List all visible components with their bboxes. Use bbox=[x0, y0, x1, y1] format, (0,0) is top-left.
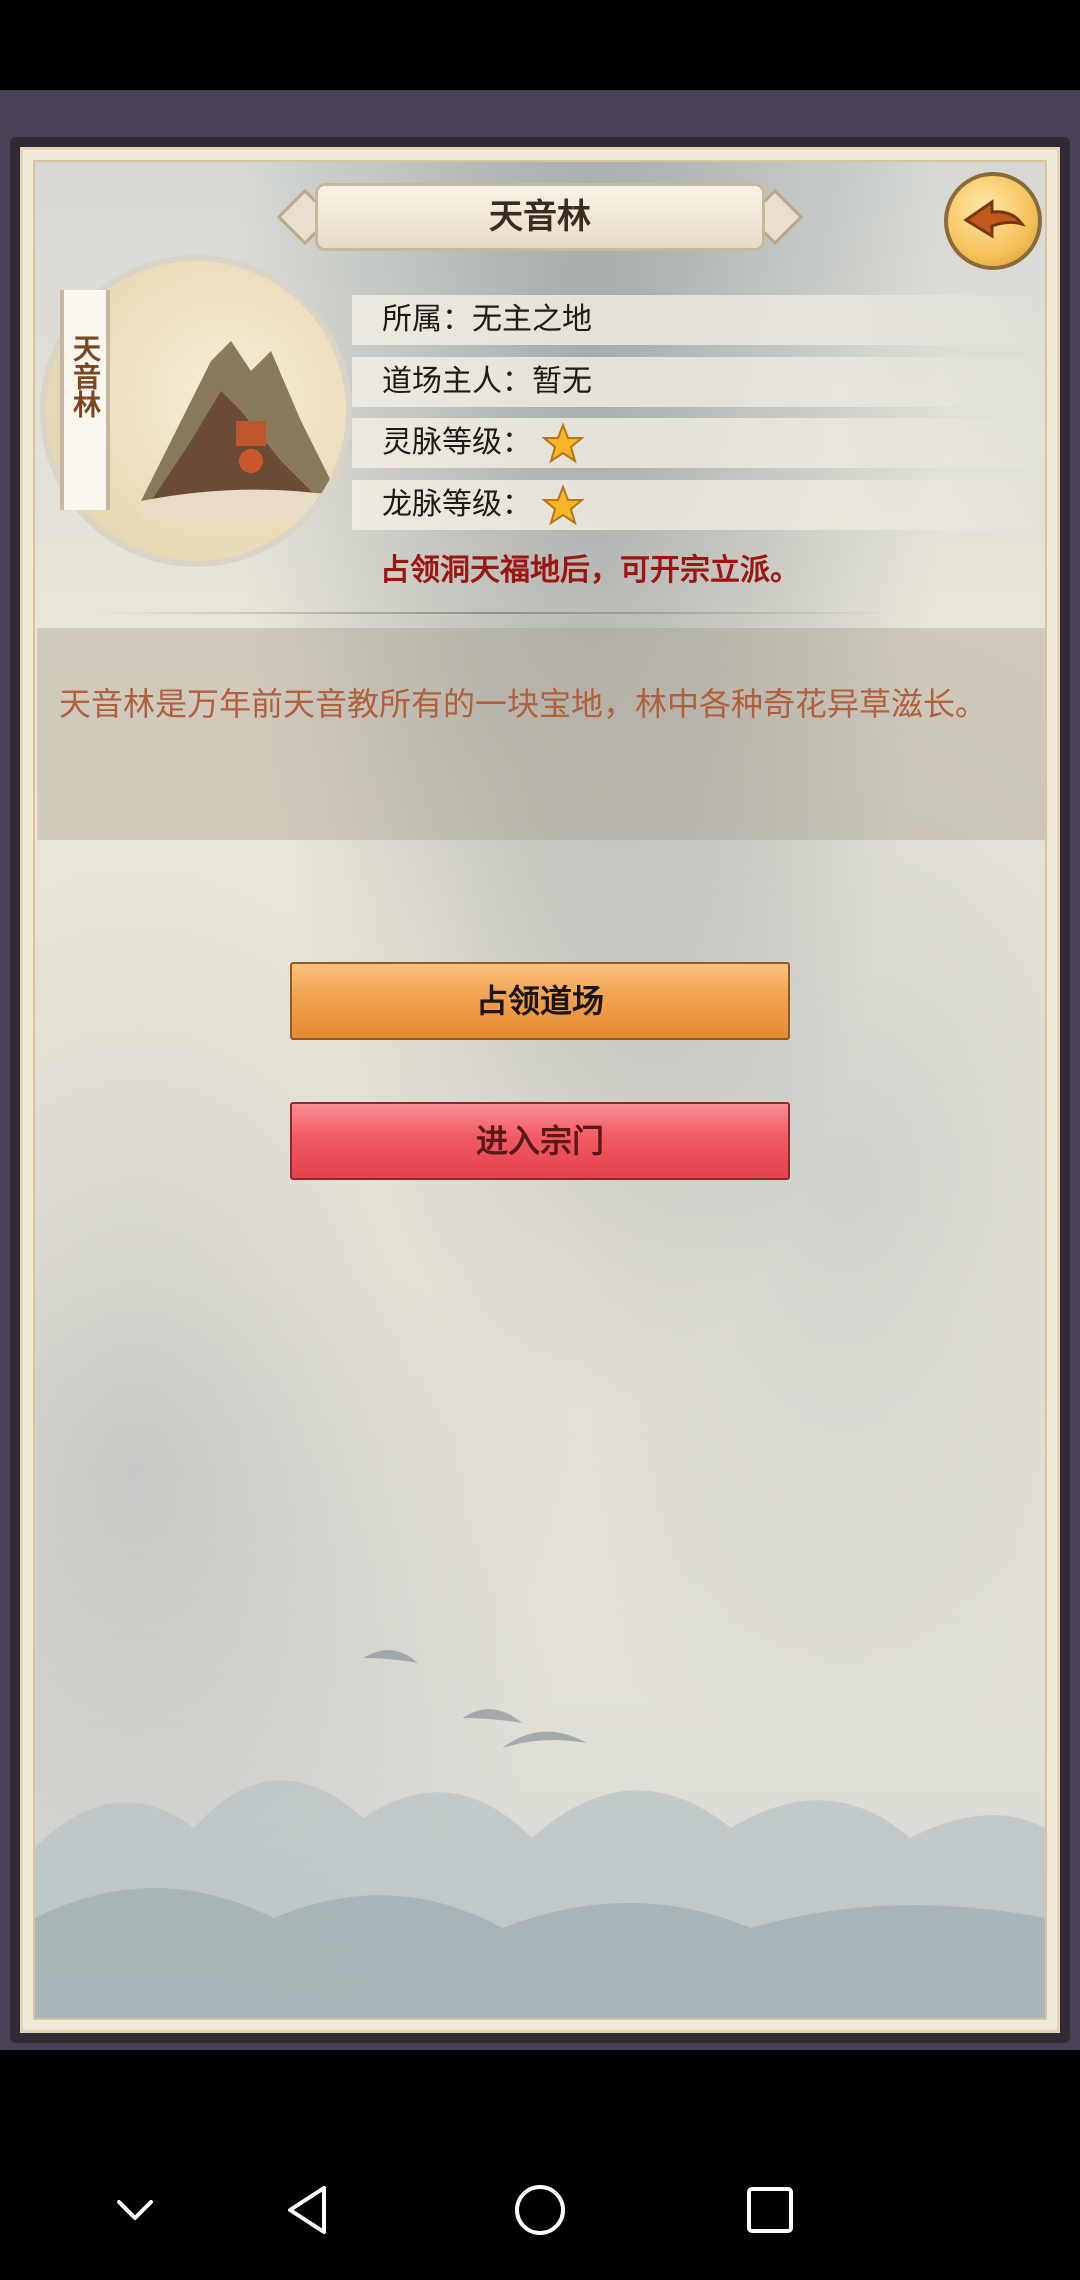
back-button[interactable] bbox=[944, 172, 1042, 270]
occupy-button[interactable]: 占领道场 bbox=[290, 962, 790, 1040]
triangle-back-icon[interactable] bbox=[280, 2180, 340, 2240]
chevron-down-icon[interactable] bbox=[105, 2180, 165, 2240]
mountain-temple-illustration bbox=[141, 341, 341, 521]
circle-home-icon[interactable] bbox=[510, 2180, 570, 2240]
page-title: 天音林 bbox=[489, 197, 591, 237]
name-scroll: 天音林 bbox=[60, 290, 110, 510]
affiliation-text: 所属：无主之地 bbox=[382, 302, 592, 337]
owner-text: 道场主人：暂无 bbox=[382, 364, 592, 399]
status-bar bbox=[0, 0, 1080, 90]
affiliation-row: 所属：无主之地 bbox=[352, 295, 1052, 345]
dragon-vein-label: 龙脉等级： bbox=[382, 487, 532, 522]
description-text: 天音林是万年前天音教所有的一块宝地，林中各种奇花异草滋长。 bbox=[59, 685, 988, 723]
spirit-vein-label: 灵脉等级： bbox=[382, 425, 532, 460]
star-icon bbox=[542, 484, 584, 526]
square-recent-icon[interactable] bbox=[740, 2180, 800, 2240]
enter-sect-button[interactable]: 进入宗门 bbox=[290, 1102, 790, 1180]
spirit-vein-row: 灵脉等级： bbox=[352, 418, 1052, 468]
back-arrow-icon bbox=[963, 199, 1026, 239]
scroll-label: 天音林 bbox=[69, 334, 102, 418]
mountain-scenery bbox=[35, 1650, 1045, 2018]
title-banner: 天音林 bbox=[275, 183, 805, 253]
description-box: 天音林是万年前天音教所有的一块宝地，林中各种奇花异草滋长。 bbox=[37, 628, 1045, 840]
owner-row: 道场主人：暂无 bbox=[352, 357, 1052, 407]
occupy-notice: 占领洞天福地后，可开宗立派。 bbox=[380, 553, 800, 588]
dragon-vein-row: 龙脉等级： bbox=[352, 480, 1052, 530]
star-icon bbox=[542, 422, 584, 464]
navigation-bar bbox=[0, 2050, 1080, 2280]
divider bbox=[90, 612, 900, 614]
